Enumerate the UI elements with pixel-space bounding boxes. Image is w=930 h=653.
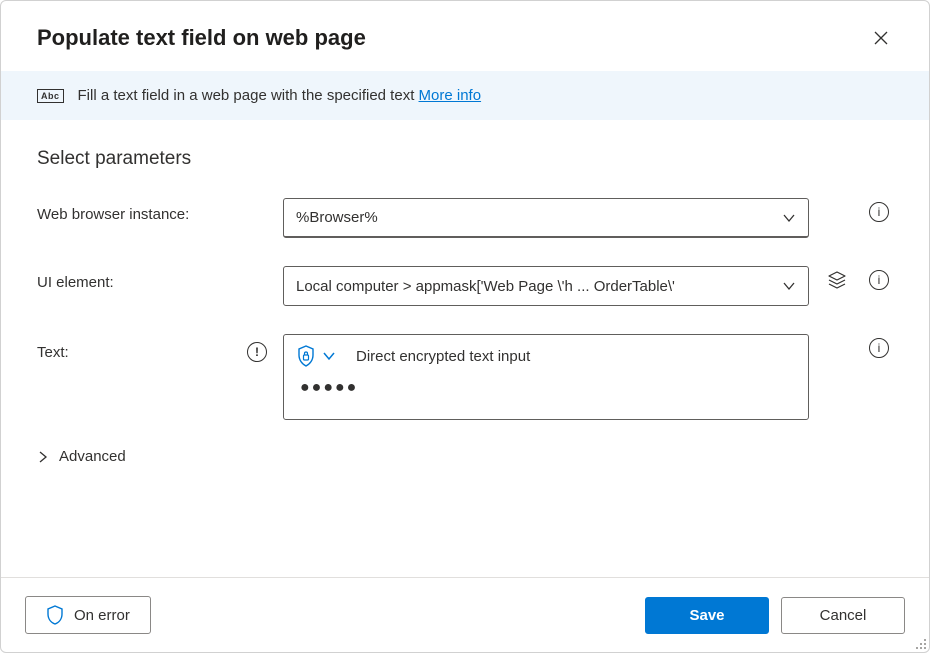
- browser-dropdown-value: %Browser%: [296, 209, 378, 226]
- info-bar-text: Fill a text field in a web page with the…: [78, 87, 482, 104]
- param-input-browser: %Browser% i: [283, 198, 893, 238]
- chevron-down-icon: [782, 211, 796, 225]
- info-icon: i: [869, 338, 889, 358]
- param-row-browser: Web browser instance: %Browser% i: [37, 198, 893, 238]
- param-row-text: Text: !: [37, 334, 893, 420]
- param-input-text: Direct encrypted text input ●●●●● i: [283, 334, 893, 420]
- param-row-ui-element: UI element: Local computer > appmask['We…: [37, 266, 893, 306]
- chevron-down-icon: [322, 349, 336, 363]
- info-button-text[interactable]: i: [865, 334, 893, 362]
- text-input-value[interactable]: ●●●●●: [284, 373, 808, 409]
- ui-element-picker-button[interactable]: [823, 266, 851, 294]
- info-bar: Abc Fill a text field in a web page with…: [1, 71, 929, 120]
- ui-element-dropdown-value: Local computer > appmask['Web Page \'h .…: [296, 278, 675, 295]
- warning-icon: !: [247, 342, 267, 362]
- ui-element-dropdown[interactable]: Local computer > appmask['Web Page \'h .…: [283, 266, 809, 306]
- browser-dropdown[interactable]: %Browser%: [283, 198, 809, 238]
- on-error-label: On error: [74, 607, 130, 624]
- more-info-link[interactable]: More info: [419, 87, 482, 104]
- layers-icon: [827, 270, 847, 290]
- param-label-ui-element: UI element:: [37, 266, 267, 291]
- advanced-toggle[interactable]: Advanced: [37, 448, 893, 465]
- param-input-ui-element: Local computer > appmask['Web Page \'h .…: [283, 266, 893, 306]
- on-error-button[interactable]: On error: [25, 596, 151, 634]
- close-icon: [873, 30, 889, 46]
- info-icon: i: [869, 202, 889, 222]
- dialog-populate-text-field: Populate text field on web page Abc Fill…: [0, 0, 930, 653]
- chevron-down-icon: [782, 279, 796, 293]
- abc-icon: Abc: [37, 89, 64, 103]
- info-button-ui-element[interactable]: i: [865, 266, 893, 294]
- shield-lock-icon: [296, 345, 316, 367]
- param-label-browser: Web browser instance:: [37, 198, 267, 223]
- text-mode-selector[interactable]: [296, 345, 336, 367]
- section-title: Select parameters: [37, 148, 893, 170]
- param-label-text: Text: !: [37, 334, 267, 362]
- info-icon: i: [869, 270, 889, 290]
- save-button[interactable]: Save: [645, 597, 769, 634]
- dialog-title: Populate text field on web page: [37, 25, 366, 51]
- chevron-right-icon: [37, 451, 49, 463]
- text-mode-label: Direct encrypted text input: [356, 348, 530, 365]
- dialog-footer: On error Save Cancel: [1, 577, 929, 652]
- dialog-content: Select parameters Web browser instance: …: [1, 120, 929, 577]
- shield-icon: [46, 605, 64, 625]
- close-button[interactable]: [869, 26, 893, 50]
- info-button-browser[interactable]: i: [865, 198, 893, 226]
- advanced-label: Advanced: [59, 448, 126, 465]
- cancel-button[interactable]: Cancel: [781, 597, 905, 634]
- footer-actions: Save Cancel: [645, 597, 905, 634]
- text-input-header: Direct encrypted text input: [284, 335, 808, 373]
- resize-grip-icon[interactable]: [913, 636, 927, 650]
- dialog-header: Populate text field on web page: [1, 1, 929, 71]
- info-description: Fill a text field in a web page with the…: [78, 87, 419, 104]
- text-input-container: Direct encrypted text input ●●●●●: [283, 334, 809, 420]
